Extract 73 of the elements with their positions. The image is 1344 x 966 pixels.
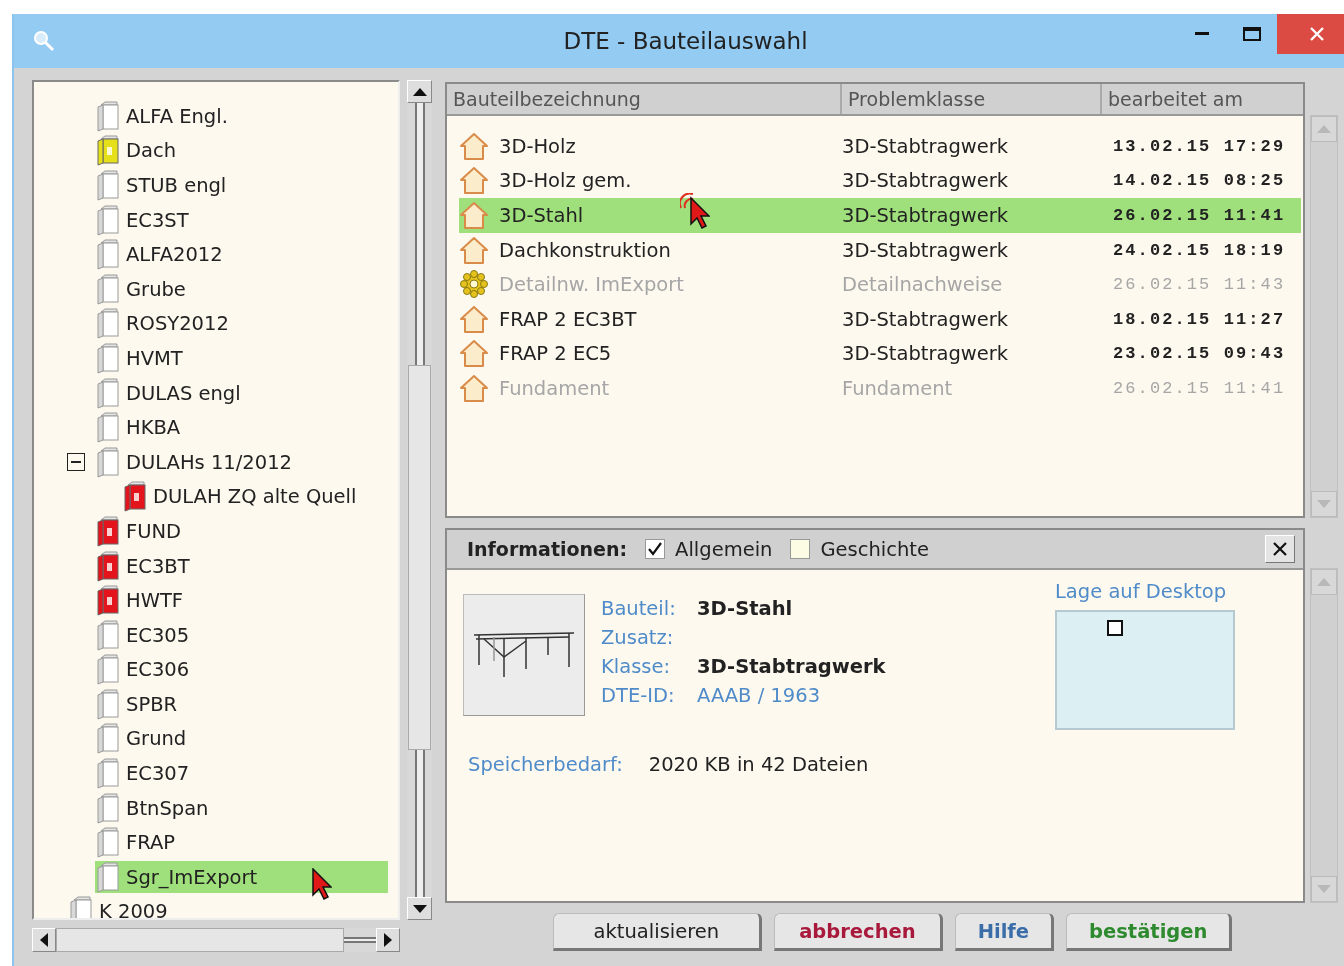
column-header[interactable]: bearbeitet am (1102, 84, 1303, 114)
field-label: Zusatz: (601, 625, 675, 651)
tree-item[interactable]: ALFA Engl. (97, 100, 234, 133)
table-row[interactable]: 3D-Holz gem. 3D-Stabtragwerk 14.02.15 08:25 (459, 163, 1301, 199)
tree-item[interactable]: STUB engl (97, 169, 233, 202)
table-cell: Detailnw. ImExport (499, 273, 684, 297)
table-cell-text: 3D-Stabtragwerk (842, 307, 1010, 331)
checkbox[interactable]: Geschichte (790, 537, 929, 561)
desktop-label: Lage auf Desktop (1055, 580, 1228, 604)
tree-item[interactable]: BtnSpan (97, 792, 215, 825)
table-cell-text: 3D-Stabtragwerk (842, 342, 1010, 366)
column-header[interactable]: Bauteilbezeichnung (447, 84, 842, 114)
field-label: Klasse: (601, 654, 672, 680)
table-cell-text: 23.02.15 09:43 (1113, 344, 1287, 364)
table-cell: 3D-Stahl (499, 204, 584, 227)
tree-item[interactable]: EC307 (97, 757, 196, 790)
field-value: 3D-Stahl (697, 596, 794, 622)
tree-item[interactable]: EC3BT (97, 550, 196, 582)
tree-item[interactable]: K 2009 (70, 895, 174, 918)
tree-item[interactable]: EC306 (97, 653, 196, 686)
table-cell-text: Detailnachweise (842, 273, 1004, 297)
table-cell-text: 18.02.15 11:27 (1113, 309, 1287, 329)
field-label: DTE-ID: (601, 683, 676, 709)
table-cell-text: 26.02.15 11:43 (1113, 275, 1287, 295)
field-value: AAAB / 1963 (697, 683, 822, 709)
tree-item[interactable]: Dach (97, 134, 183, 167)
field-value: 3D-Stabtragwerk (697, 654, 887, 680)
table-cell-text: 3D-Stabtragwerk (842, 134, 1010, 158)
table-cell: Dachkonstruktion (499, 238, 671, 262)
tree-item[interactable]: DULAS engl (97, 377, 247, 410)
table-row[interactable]: Dachkonstruktion 3D-Stabtragwerk 24.02.15 18:19 (459, 232, 1301, 268)
table-cell-text: 24.02.15 18:19 (1113, 240, 1287, 260)
column-header[interactable]: Problemklasse (842, 84, 1102, 114)
checkbox[interactable]: Allgemein (645, 537, 773, 561)
table-cell-text: Fundament (842, 376, 954, 400)
tree-item[interactable]: DULAHs 11/2012 (97, 446, 298, 479)
tree-item[interactable]: ALFA2012 (97, 238, 229, 271)
window-title: DTE - Bauteilauswahl (563, 28, 808, 54)
table-row[interactable]: FRAP 2 EC3BT 3D-Stabtragwerk 18.02.15 11:27 (459, 301, 1301, 337)
dialog-button[interactable]: bestätigen (1066, 913, 1233, 951)
table-cell-text: 3D-Stabtragwerk (842, 238, 1010, 262)
tree-item[interactable]: Grund (97, 723, 193, 755)
table-cell: 3D-Holz gem. (499, 169, 632, 193)
dialog-button[interactable]: aktualisieren (552, 913, 763, 951)
tree-item[interactable]: FRAP (97, 826, 182, 859)
tree-item[interactable]: ROSY2012 (97, 307, 235, 340)
tree-item[interactable]: HKBA (97, 411, 187, 444)
tree-item[interactable]: DULAH ZQ alte Quell (124, 480, 363, 513)
field-label: Bauteil: (601, 596, 677, 622)
tree-item[interactable]: HWTF (97, 584, 190, 617)
table-cell-text: 3D-Stabtragwerk (842, 169, 1010, 193)
table-cell-text: 3D-Stabtragwerk (842, 204, 1010, 227)
table-row[interactable]: 3D-Holz 3D-Stabtragwerk 13.02.15 17:29 (459, 129, 1301, 164)
tree-item[interactable]: FUND (97, 515, 188, 548)
dialog-button[interactable]: Hilfe (954, 913, 1055, 951)
tree-item[interactable]: HVMT (97, 342, 189, 375)
info-title: Informationen: (467, 538, 628, 560)
table-cell-text: 14.02.15 08:25 (1113, 171, 1287, 191)
table-cell: FRAP 2 EC3BT (499, 307, 637, 331)
tree-item[interactable]: Grube (97, 273, 192, 306)
table-cell-text: 26.02.15 11:41 (1113, 378, 1287, 398)
field-label: Speicherbedarf: (468, 752, 623, 778)
tree-item[interactable]: EC305 (97, 619, 196, 652)
table-cell-text: 26.02.15 11:41 (1113, 206, 1287, 225)
tree-item[interactable]: SPBR (97, 688, 184, 721)
table-cell-text: 13.02.15 17:29 (1113, 136, 1287, 156)
field-value: 2020 KB in 42 Dateien (648, 752, 869, 778)
table-cell: 3D-Holz (499, 134, 576, 158)
table-cell: Fundament (499, 376, 610, 400)
table-row[interactable]: FRAP 2 EC5 3D-Stabtragwerk 23.02.15 09:43 (459, 336, 1301, 372)
tree-item[interactable]: EC3ST (97, 204, 195, 237)
table-cell: FRAP 2 EC5 (499, 342, 612, 366)
dialog-button[interactable]: abbrechen (774, 913, 943, 951)
